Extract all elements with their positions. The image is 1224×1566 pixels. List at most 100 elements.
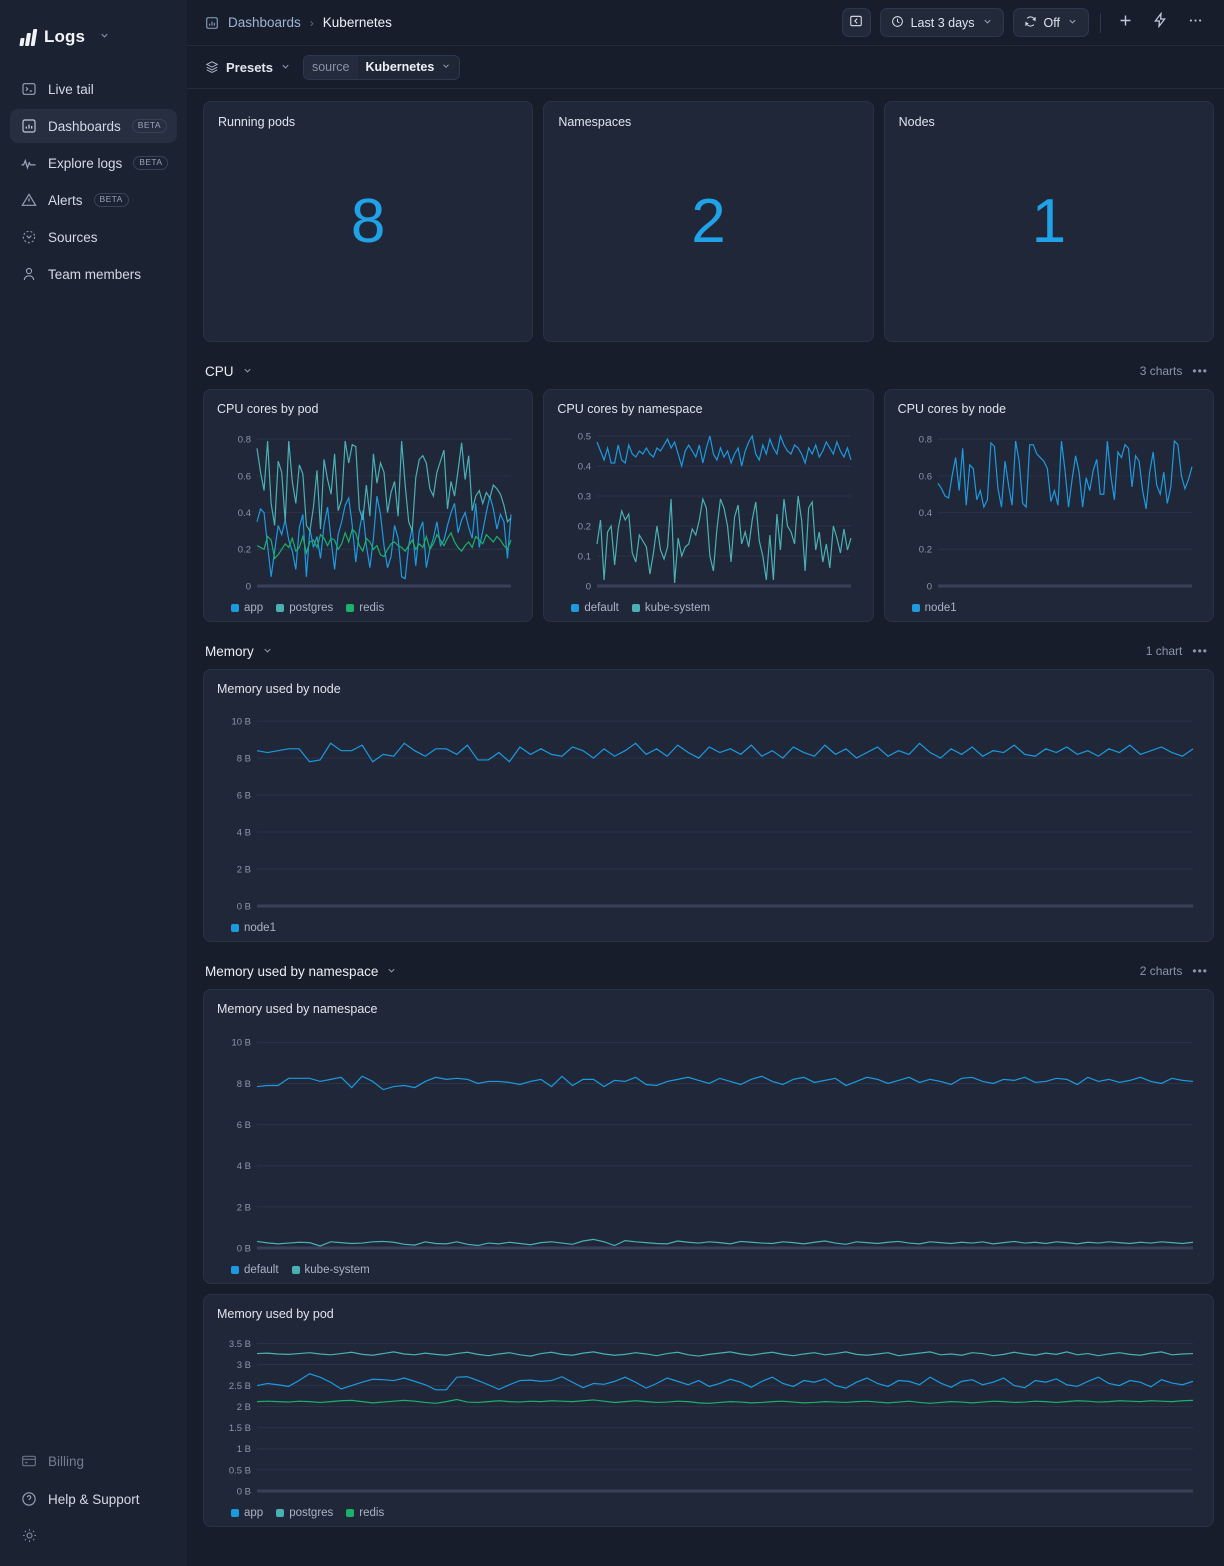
theme-toggle-sun-icon[interactable]: [10, 1520, 177, 1548]
legend-item[interactable]: redis: [346, 602, 384, 614]
section-title-toggle[interactable]: Memory: [205, 644, 273, 659]
section-title-label: Memory used by namespace: [205, 963, 379, 979]
legend-item[interactable]: app: [231, 602, 263, 614]
sidebar-item-explore-logs[interactable]: Explore logs BETA: [10, 146, 177, 180]
legend-item[interactable]: node1: [911, 602, 957, 614]
svg-text:8 B: 8 B: [237, 753, 251, 764]
chart-card-cpu-by-namespace[interactable]: CPU cores by namespace 0 0.1 0.2 0.3 0.4 0.5 …: [543, 389, 874, 622]
source-filter-chip[interactable]: source Kubernetes: [302, 54, 461, 80]
breadcrumb: Dashboards › Kubernetes: [205, 15, 392, 30]
stat-title: Nodes: [898, 115, 935, 129]
legend-label: postgres: [289, 1507, 334, 1519]
svg-text:0.6: 0.6: [238, 471, 251, 482]
chevron-down-icon[interactable]: [99, 28, 110, 46]
svg-text:0: 0: [586, 581, 591, 592]
legend-item[interactable]: postgres: [276, 1507, 333, 1519]
legend-item[interactable]: default: [231, 1264, 279, 1276]
section-header-memory: Memory 1 chart •••: [203, 633, 1214, 669]
sidebar-item-label: Team members: [48, 266, 142, 282]
beta-badge: BETA: [93, 193, 129, 207]
legend-color-swatch: [346, 604, 355, 612]
panel-toggle-button[interactable]: [841, 8, 871, 37]
sidebar-item-sources[interactable]: Sources: [10, 220, 177, 254]
legend-item[interactable]: postgres: [276, 602, 333, 614]
stat-card-namespaces[interactable]: Namespaces 2: [543, 101, 874, 342]
svg-text:0: 0: [246, 581, 251, 592]
sidebar-item-label: Live tail: [48, 81, 94, 97]
sidebar-item-label: Billing: [48, 1453, 85, 1469]
section-more-icon[interactable]: •••: [1192, 364, 1208, 378]
stat-title: Running pods: [218, 115, 296, 129]
chart-card-cpu-by-pod[interactable]: CPU cores by pod 0 0.2 0.4 0.6 0.8 app postgr…: [203, 389, 534, 622]
section-meta: 1 chart •••: [1146, 644, 1208, 658]
chart-card-cpu-by-node[interactable]: CPU cores by node 0 0.2 0.4 0.6 0.8 node1: [883, 389, 1214, 622]
sources-icon: [20, 229, 37, 246]
legend-label: node1: [924, 602, 957, 614]
section-more-icon[interactable]: •••: [1192, 964, 1208, 978]
svg-text:2 B: 2 B: [237, 1402, 251, 1413]
stat-title: Namespaces: [558, 115, 632, 129]
sidebar-item-alerts[interactable]: Alerts BETA: [10, 183, 177, 217]
section-title-label: CPU: [205, 363, 234, 379]
chart-plot-area: 0 B 0.5 B 1 B 1.5 B 2 B 2.5 B 3 B 3.5 B: [217, 1327, 1200, 1505]
presets-bar: Presets source Kubernetes: [187, 46, 1224, 89]
legend-item[interactable]: default: [571, 602, 619, 614]
brand[interactable]: Logs: [0, 0, 187, 56]
sidebar-item-live-tail[interactable]: Live tail: [10, 72, 177, 106]
terminal-icon: [20, 81, 37, 98]
memory-by-pod-svg: 0 B 0.5 B 1 B 1.5 B 2 B 2.5 B 3 B 3.5 B: [229, 1339, 1194, 1497]
time-range-selector[interactable]: Last 3 days: [879, 8, 1004, 37]
plus-icon: [1117, 12, 1134, 34]
svg-text:6 B: 6 B: [237, 790, 251, 801]
cpu-by-namespace-svg: 0 0.1 0.2 0.3 0.4 0.5: [578, 431, 852, 592]
chart-count-label: 2 charts: [1139, 964, 1183, 978]
dashboard-scroll-area[interactable]: Running pods 8 Namespaces 2 Nodes 1 CPU …: [187, 89, 1224, 1566]
chart-card-memory-by-namespace[interactable]: Memory used by namespace 0 B 2 B 4 B 6 B 8 B…: [203, 989, 1214, 1284]
section-title-toggle[interactable]: CPU: [205, 364, 253, 379]
svg-text:0.3: 0.3: [578, 491, 591, 502]
svg-text:2 B: 2 B: [237, 1202, 251, 1213]
stat-card-running-pods[interactable]: Running pods 8: [203, 101, 534, 342]
svg-text:0.2: 0.2: [578, 521, 591, 532]
bolt-icon: [1152, 11, 1168, 33]
legend-item[interactable]: kube-system: [291, 1264, 370, 1276]
chart-card-memory-by-node[interactable]: Memory used by node 0 B2 B4 B6 B8 B 10 B …: [203, 669, 1214, 942]
sidebar-item-label: Help & Support: [48, 1491, 140, 1507]
section-more-icon[interactable]: •••: [1192, 644, 1208, 658]
memory-by-node-svg: 0 B 2 B 4 B 6 B 8 B 10 B: [231, 716, 1194, 912]
svg-text:0: 0: [926, 581, 931, 592]
breadcrumb-parent[interactable]: Dashboards: [228, 15, 301, 30]
auto-refresh-selector[interactable]: Off: [1012, 8, 1089, 37]
add-button[interactable]: [1112, 10, 1138, 36]
sidebar-item-dashboards[interactable]: Dashboards BETA: [10, 109, 177, 143]
topbar: Dashboards › Kubernetes Last 3 days Off: [187, 0, 1224, 46]
svg-text:4 B: 4 B: [237, 1161, 251, 1172]
svg-text:3 B: 3 B: [237, 1360, 251, 1371]
actions-button[interactable]: [1147, 10, 1173, 36]
chevron-down-icon: [1067, 16, 1078, 30]
beta-badge: BETA: [131, 119, 167, 133]
legend-item[interactable]: redis: [346, 1507, 384, 1519]
filter-value[interactable]: Kubernetes: [357, 55, 460, 79]
section-title-toggle[interactable]: Memory used by namespace: [205, 964, 397, 979]
section-meta: 2 charts •••: [1140, 964, 1208, 978]
chart-legend: app postgres redis: [217, 602, 519, 614]
chart-card-memory-by-pod[interactable]: Memory used by pod 0 B 0.5 B 1 B 1.5 B 2 B 2.…: [203, 1294, 1214, 1527]
logs-logo-icon: [19, 28, 38, 46]
presets-button[interactable]: Presets: [205, 60, 291, 75]
sidebar-item-team-members[interactable]: Team members: [10, 257, 177, 291]
stat-value: 2: [691, 186, 726, 256]
cpu-by-node-svg: 0 0.2 0.4 0.6 0.8: [918, 435, 1193, 592]
legend-item[interactable]: kube-system: [631, 602, 710, 614]
more-options-button[interactable]: [1182, 10, 1208, 36]
chart-legend: node1: [217, 922, 1200, 934]
sidebar-item-billing[interactable]: Billing: [10, 1444, 177, 1478]
svg-text:1 B: 1 B: [237, 1444, 251, 1455]
sidebar-item-help-support[interactable]: Help & Support: [10, 1482, 177, 1516]
filter-key-label: source: [303, 55, 358, 79]
chart-count-label: 1 chart: [1145, 644, 1183, 658]
sidebar-item-label: Alerts: [48, 192, 83, 208]
legend-item[interactable]: app: [231, 1507, 263, 1519]
legend-item[interactable]: node1: [231, 922, 276, 934]
stat-card-nodes[interactable]: Nodes 1: [883, 101, 1214, 342]
